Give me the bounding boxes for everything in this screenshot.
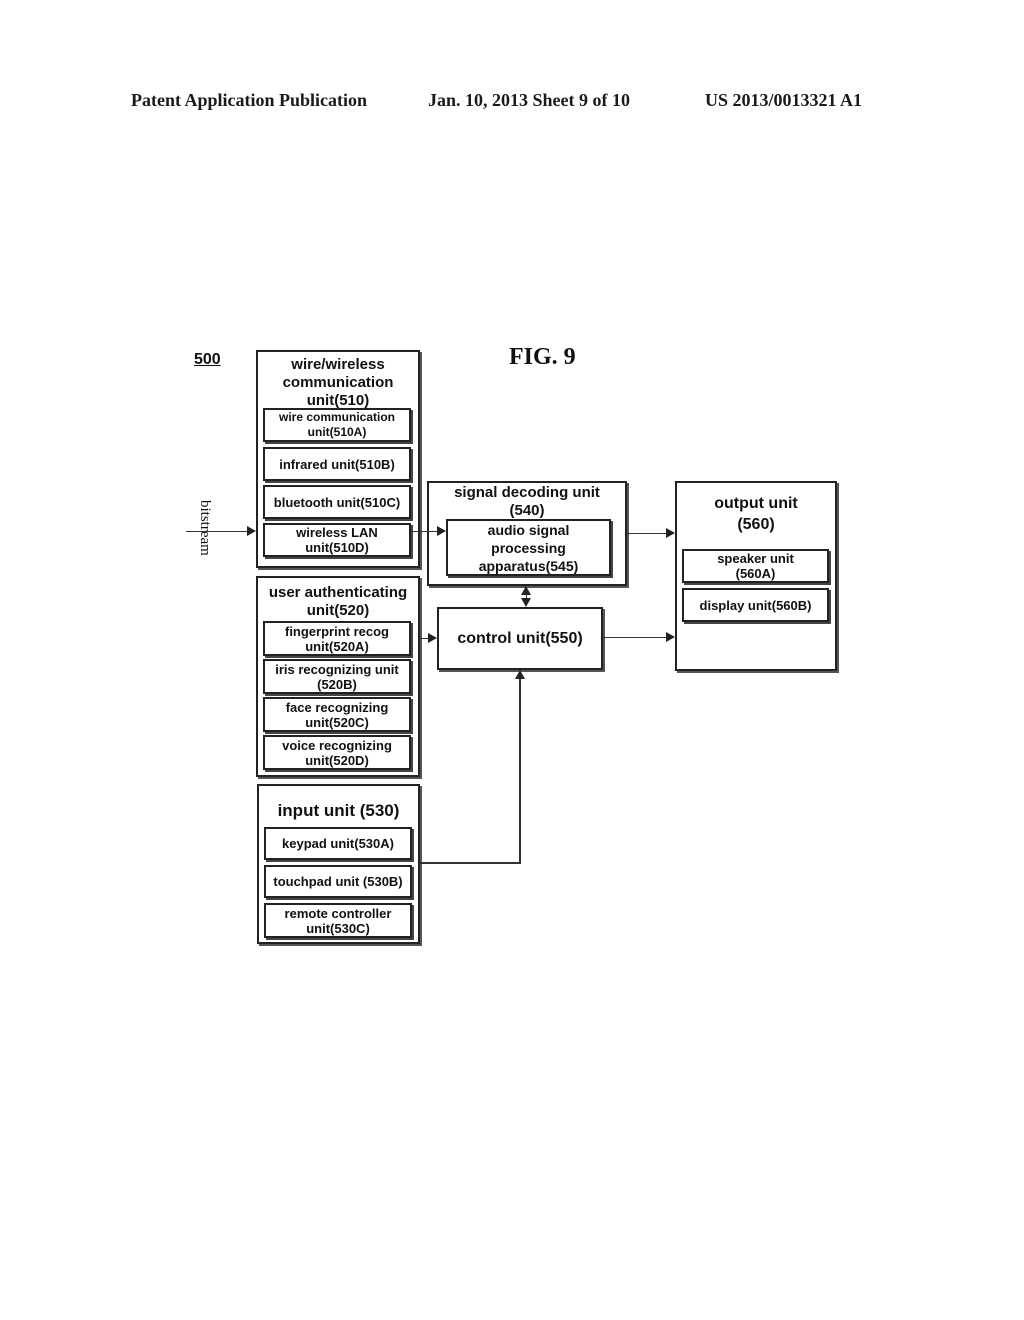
control-unit-title: control unit(550) xyxy=(457,629,583,647)
publication-date-sheet: Jan. 10, 2013 Sheet 9 of 10 xyxy=(428,90,630,110)
infrared-unit: infrared unit(510B) xyxy=(263,447,411,481)
bitstream-arrow-line xyxy=(186,531,248,532)
voice-recognizing-unit: voice recognizing unit(520D) xyxy=(263,735,411,770)
signal-decoding-unit-title: signal decoding unit (540) xyxy=(454,484,600,519)
communication-unit-title: wire/wireless communication unit(510) xyxy=(282,356,394,409)
publication-title: Patent Application Publication xyxy=(131,90,368,110)
bitstream-label: bitstream xyxy=(197,500,213,556)
audio-signal-processing-apparatus: audio signal processing apparatus(545) xyxy=(446,519,611,576)
publication-number: US 2013/0013321 A1 xyxy=(705,90,863,110)
decoding-to-output-line xyxy=(627,533,667,534)
comm-to-decoding-arrowhead xyxy=(437,526,446,536)
output-unit-title: output unit (560) xyxy=(714,495,798,533)
bitstream-arrowhead xyxy=(247,526,256,536)
wire-communication-unit: wire communication unit(510A) xyxy=(263,408,411,442)
decoding-control-arrowhead-down xyxy=(521,598,531,607)
input-to-control-arrowhead xyxy=(515,670,525,679)
figure-reference-number: 500 xyxy=(194,351,221,368)
wireless-lan-unit: wireless LAN unit(510D) xyxy=(263,523,411,557)
remote-controller-unit: remote controller unit(530C) xyxy=(264,903,412,938)
fingerprint-recog-unit: fingerprint recog unit(520A) xyxy=(263,621,411,656)
touchpad-unit: touchpad unit (530B) xyxy=(264,865,412,898)
face-recognizing-unit: face recognizing unit(520C) xyxy=(263,697,411,732)
comm-to-decoding-line xyxy=(411,531,438,532)
speaker-unit: speaker unit (560A) xyxy=(682,549,829,583)
control-to-output-line xyxy=(603,637,667,638)
figure-label: FIG. 9 xyxy=(509,344,576,370)
decoding-to-output-arrowhead xyxy=(666,528,675,538)
bluetooth-unit: bluetooth unit(510C) xyxy=(263,485,411,519)
auth-to-control-arrowhead xyxy=(428,633,437,643)
keypad-unit: keypad unit(530A) xyxy=(264,827,412,860)
iris-recognizing-unit: iris recognizing unit (520B) xyxy=(263,659,411,694)
display-unit: display unit(560B) xyxy=(682,588,829,622)
input-unit-title: input unit (530) xyxy=(277,801,400,820)
decoding-control-arrowhead-up xyxy=(521,586,531,595)
user-authenticating-unit-title: user authenticating unit(520) xyxy=(268,584,408,619)
control-unit-block: control unit(550) xyxy=(437,607,603,670)
control-to-output-arrowhead xyxy=(666,632,675,642)
input-to-control-horizontal-line xyxy=(420,862,520,864)
input-to-control-vertical-line xyxy=(519,678,521,864)
